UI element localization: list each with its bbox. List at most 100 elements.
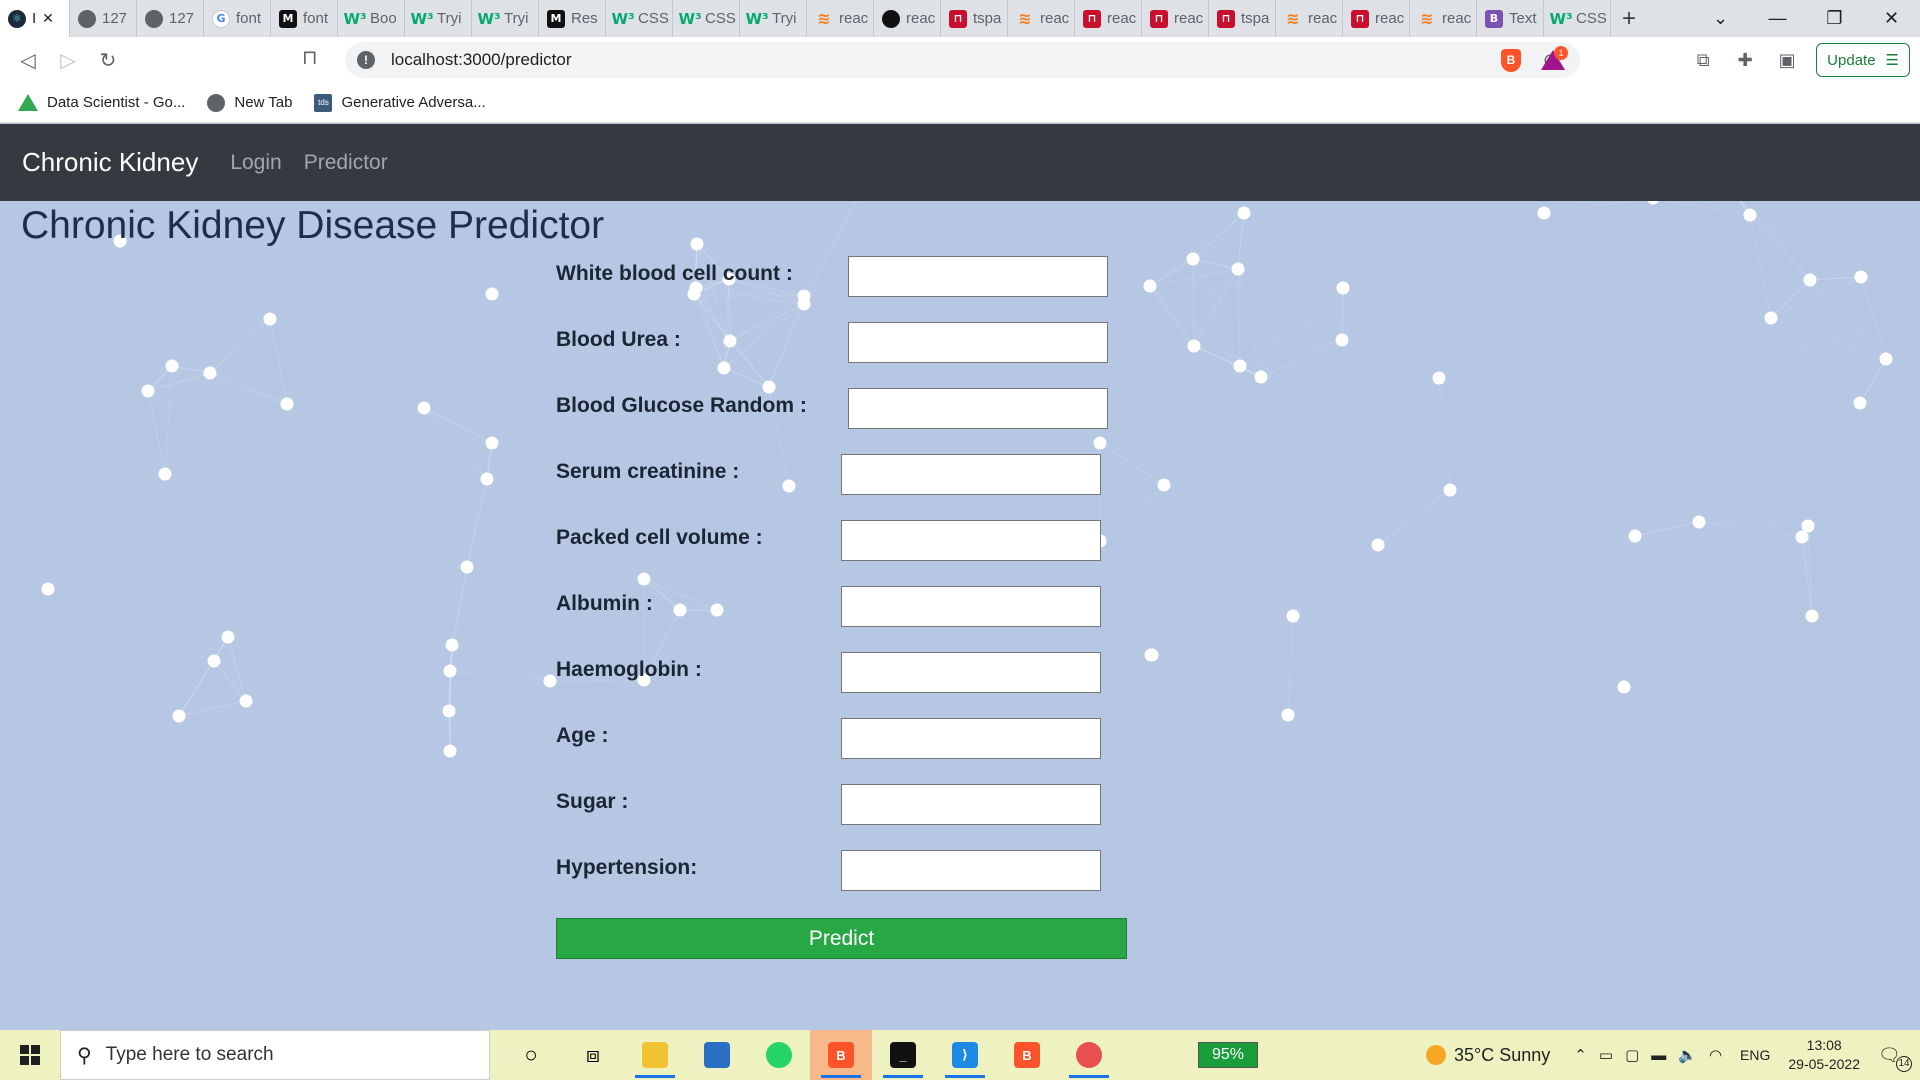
brave-rewards-icon[interactable]: 1 <box>1532 46 1574 70</box>
sugar-input[interactable] <box>841 784 1101 825</box>
blood-glucose-input[interactable] <box>848 388 1108 429</box>
display-icon[interactable]: ▢ <box>1625 1046 1639 1064</box>
nav-link-predictor[interactable]: Predictor <box>304 151 388 175</box>
address-url[interactable]: localhost:3000/predictor <box>391 50 572 70</box>
browser-tab[interactable]: ⊓ tspa <box>1209 0 1276 37</box>
forward-icon[interactable]: ▷ <box>48 48 88 73</box>
browser-tab[interactable]: Mfont <box>271 0 338 37</box>
browser-tab[interactable]: ⚛ I ✕ <box>0 0 70 37</box>
bookmark-data-scientist[interactable]: Data Scientist - Go... <box>18 94 185 111</box>
packed-cell-volume-input[interactable] <box>841 520 1101 561</box>
restore-icon[interactable]: ❐ <box>1806 8 1863 29</box>
battery-icon[interactable]: ▬ <box>1651 1047 1666 1064</box>
volume-icon[interactable]: 🔈 <box>1678 1046 1697 1064</box>
bookmark-generative-adversarial[interactable]: tds Generative Adversa... <box>314 93 486 112</box>
bookmark-icon[interactable]: ⊓ <box>302 45 318 70</box>
taskbar-search[interactable]: ⚲ Type here to search <box>60 1030 490 1080</box>
particle-link <box>1260 339 1343 378</box>
start-button[interactable] <box>0 1045 60 1065</box>
browser-tab[interactable]: ⊓ tspa <box>941 0 1008 37</box>
browser-tab[interactable]: ⊓ reac <box>1075 0 1142 37</box>
close-window-icon[interactable]: ✕ <box>1863 8 1920 29</box>
particle-link <box>1237 268 1344 289</box>
albumin-input[interactable] <box>841 586 1101 627</box>
particle-link <box>178 700 247 717</box>
whatsapp-icon[interactable] <box>748 1030 810 1080</box>
browser-tab[interactable]: ≋ reac <box>1410 0 1477 37</box>
predict-button[interactable]: Predict <box>556 918 1127 959</box>
wifi-icon[interactable]: ◠ <box>1709 1046 1722 1064</box>
browser-tab[interactable]: W³ Tryi <box>740 0 807 37</box>
browser-tab[interactable]: W³ Boo <box>338 0 405 37</box>
browser-tab[interactable]: ≋ reac <box>1008 0 1075 37</box>
cortana-icon[interactable]: ○ <box>500 1030 562 1080</box>
particle-dot <box>1335 333 1349 347</box>
notification-icon[interactable]: 🗨 14 <box>1878 1045 1912 1072</box>
browser-tab[interactable]: ≋ reac <box>807 0 874 37</box>
browser-tab[interactable]: reac <box>874 0 941 37</box>
haemoglobin-input[interactable] <box>841 652 1101 693</box>
particle-link <box>1243 212 1344 289</box>
browser-tab[interactable]: W³ Tryi <box>405 0 472 37</box>
extensions-icon[interactable]: ✚ <box>1724 50 1766 71</box>
particle-link <box>287 404 424 408</box>
meet-now-icon[interactable]: ▭ <box>1599 1046 1613 1064</box>
browser-tab[interactable]: Gfont <box>204 0 271 37</box>
browser-tab[interactable]: W³ CSS <box>673 0 740 37</box>
reading-list-icon[interactable]: ⧉ <box>1682 50 1724 71</box>
reload-icon[interactable]: ↻ <box>88 48 128 73</box>
terminal-icon[interactable]: _ <box>872 1030 934 1080</box>
navbar-brand[interactable]: Chronic Kidney <box>22 147 198 178</box>
back-icon[interactable]: ◁ <box>8 48 48 73</box>
bookmark-new-tab[interactable]: New Tab <box>207 93 292 112</box>
minimize-icon[interactable]: — <box>1749 8 1806 29</box>
particle-dot <box>1254 370 1268 384</box>
particle-link <box>1193 259 1261 377</box>
microsoft-store-icon[interactable] <box>686 1030 748 1080</box>
particle-dot <box>1764 311 1778 325</box>
browser-tab[interactable]: ≋ reac <box>1276 0 1343 37</box>
browser-tab[interactable]: W³ CSS <box>606 0 673 37</box>
wallet-icon[interactable]: ▣ <box>1766 50 1808 71</box>
brave-taskbar-icon[interactable]: B <box>810 1030 872 1080</box>
bookmarks-bar: Data Scientist - Go... New Tab tds Gener… <box>0 83 1920 123</box>
age-input[interactable] <box>841 718 1101 759</box>
browser-tab[interactable]: ⊓ reac <box>1343 0 1410 37</box>
clock[interactable]: 13:08 29-05-2022 <box>1788 1036 1860 1074</box>
tab-title: reac <box>1442 10 1472 27</box>
weather-widget[interactable]: 35°C Sunny <box>1426 1045 1550 1066</box>
brave-shields-icon[interactable]: B <box>1490 48 1532 72</box>
browser-tab[interactable]: 127 <box>137 0 204 37</box>
browser-tab[interactable]: W³ Tryi <box>472 0 539 37</box>
site-info-icon[interactable]: ! <box>357 51 375 69</box>
close-tab-icon[interactable]: ✕ <box>42 10 54 27</box>
particle-dot <box>543 674 557 688</box>
clock-date: 29-05-2022 <box>1788 1056 1860 1072</box>
serum-creatinine-input[interactable] <box>841 454 1101 495</box>
browser-tab[interactable]: M Res <box>539 0 606 37</box>
update-button[interactable]: Update ☰ <box>1816 43 1910 77</box>
vscode-icon[interactable]: ⟩ <box>934 1030 996 1080</box>
new-tab-icon[interactable]: + <box>1611 5 1647 33</box>
wbc-count-input[interactable] <box>848 256 1108 297</box>
paint-icon[interactable] <box>1058 1030 1120 1080</box>
browser-tab[interactable]: W³ CSS <box>1544 0 1611 37</box>
chevron-up-icon[interactable]: ⌃ <box>1574 1046 1587 1064</box>
browser-tab[interactable]: ⊓ reac <box>1142 0 1209 37</box>
particle-link <box>1164 366 1240 485</box>
search-icon: ⚲ <box>77 1044 92 1067</box>
file-explorer-icon[interactable] <box>624 1030 686 1080</box>
particle-link <box>1749 214 1862 278</box>
particle-link <box>1192 212 1245 260</box>
language-indicator[interactable]: ENG <box>1740 1047 1770 1063</box>
hypertension-input[interactable] <box>841 850 1101 891</box>
brave-pinned-icon[interactable]: B <box>996 1030 1058 1080</box>
nav-link-login[interactable]: Login <box>230 151 281 175</box>
address-bar[interactable]: ! localhost:3000/predictor ⊕ <box>345 42 1580 78</box>
browser-tab[interactable]: 127 <box>70 0 137 37</box>
task-view-icon[interactable]: ⧈ <box>562 1030 624 1080</box>
browser-tab[interactable]: B Text <box>1477 0 1544 37</box>
particle-dot <box>445 638 459 652</box>
tab-search-icon[interactable]: ⌄ <box>1692 8 1749 29</box>
blood-urea-input[interactable] <box>848 322 1108 363</box>
